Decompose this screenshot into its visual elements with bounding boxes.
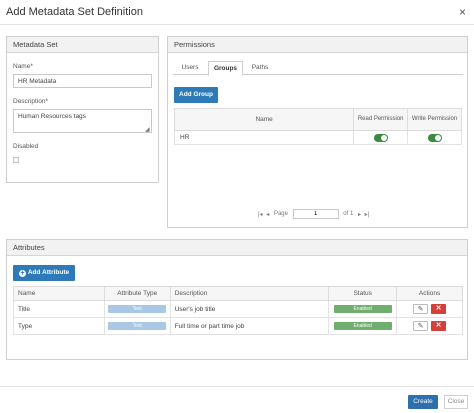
page-count: of 1 — [343, 211, 354, 217]
attr-type-badge: Text — [108, 305, 167, 313]
create-button[interactable]: Create — [408, 395, 438, 409]
attr-name: Title — [13, 300, 105, 318]
write-toggle[interactable] — [427, 133, 442, 142]
col-attr-actions: Actions — [396, 286, 463, 301]
delete-icon[interactable]: ✕ — [431, 321, 447, 331]
plus-icon: + — [18, 270, 26, 277]
group-name: HR — [173, 130, 355, 145]
close-icon[interactable]: × — [459, 5, 466, 19]
col-attr-status: Status — [328, 286, 398, 301]
col-attr-name: Name — [13, 286, 105, 301]
permissions-table: Name Read Permission Write Permission HR — [173, 108, 462, 145]
close-button[interactable]: Close — [444, 395, 468, 409]
table-row: HR — [173, 130, 462, 145]
delete-icon[interactable]: ✕ — [431, 304, 447, 314]
attributes-panel: Attributes + Add Attribute Name Attribute… — [6, 239, 468, 360]
metadata-set-header: Metadata Set — [7, 37, 158, 53]
read-toggle[interactable] — [373, 133, 388, 142]
description-textarea[interactable]: Human Resources tags — [13, 109, 152, 133]
dialog-title: Add Metadata Set Definition — [6, 6, 143, 18]
name-label: Name* — [13, 63, 33, 70]
last-page-icon[interactable]: ▸| — [365, 211, 370, 218]
permissions-panel: Permissions Users Groups Paths Add Group… — [167, 36, 468, 228]
dialog-titlebar: Add Metadata Set Definition × — [0, 0, 474, 25]
first-page-icon[interactable]: |◂ — [258, 211, 263, 218]
resize-handle-icon[interactable]: ◢ — [145, 126, 150, 133]
next-page-icon[interactable]: ▸ — [358, 211, 361, 218]
add-attribute-label: Add Attribute — [27, 269, 70, 276]
metadata-set-panel: Metadata Set Name* Description* Human Re… — [6, 36, 159, 183]
tab-paths[interactable]: Paths — [245, 61, 275, 75]
edit-icon[interactable]: ✎ — [413, 321, 429, 331]
edit-icon[interactable]: ✎ — [413, 304, 429, 314]
pagination: |◂ ◂ Page of 1 ▸ ▸| — [258, 209, 369, 219]
permissions-header: Permissions — [168, 37, 467, 53]
col-read: Read Permission — [353, 108, 409, 131]
attr-name: Type — [13, 317, 105, 335]
table-row: Title Text User's job title Enabled ✎ ✕ — [13, 300, 463, 318]
col-attr-description: Description — [169, 286, 330, 301]
disabled-checkbox[interactable] — [13, 157, 19, 163]
attr-description: User's job title — [169, 300, 330, 318]
col-attr-type: Attribute Type — [103, 286, 171, 301]
attr-description: Full time or part time job — [169, 317, 330, 335]
page-input[interactable] — [292, 209, 339, 219]
add-attribute-button[interactable]: + Add Attribute — [13, 265, 75, 281]
status-badge: Enabled — [333, 322, 392, 330]
name-input[interactable] — [13, 74, 152, 88]
col-write: Write Permission — [407, 108, 462, 131]
disabled-label: Disabled — [13, 143, 39, 150]
col-name: Name — [173, 108, 355, 131]
tab-groups[interactable]: Groups — [208, 61, 243, 76]
attributes-table: Name Attribute Type Description Status A… — [13, 286, 463, 335]
table-row: Type Text Full time or part time job Ena… — [13, 317, 463, 335]
description-label: Description* — [13, 98, 49, 105]
permissions-tabs: Users Groups Paths — [173, 61, 463, 76]
attr-type-badge: Text — [108, 322, 167, 330]
prev-page-icon[interactable]: ◂ — [266, 211, 269, 218]
add-group-button[interactable]: Add Group — [174, 87, 218, 103]
attributes-header: Attributes — [7, 240, 467, 256]
status-badge: Enabled — [333, 305, 392, 313]
tab-users[interactable]: Users — [175, 61, 205, 75]
page-label: Page — [273, 211, 288, 217]
dialog-footer: Create Close — [0, 386, 474, 413]
